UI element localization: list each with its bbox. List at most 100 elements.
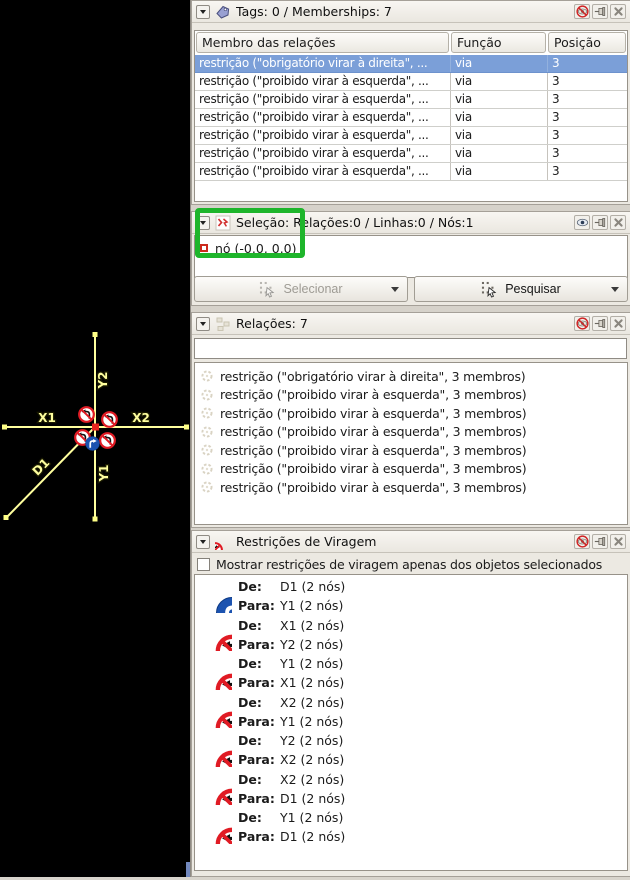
turn-restriction-text: De:D1 (2 nós)Para:Y1 (2 nós) bbox=[238, 577, 624, 615]
show-selected-only-checkbox[interactable] bbox=[197, 558, 210, 571]
search-cursor-icon bbox=[481, 281, 498, 298]
to-value: D1 (2 nós) bbox=[280, 827, 345, 846]
chevron-down-icon bbox=[200, 540, 206, 544]
dropdown-arrow-icon bbox=[611, 287, 619, 292]
close-panel-button[interactable] bbox=[610, 215, 626, 230]
select-button[interactable]: Selecionar bbox=[194, 276, 408, 302]
member-cell: restrição ("obrigatório virar à direita"… bbox=[195, 55, 451, 72]
column-header-position[interactable]: Posição bbox=[548, 32, 626, 53]
turn-restriction-entry[interactable]: De:D1 (2 nós)Para:Y1 (2 nós) bbox=[198, 577, 624, 616]
from-value: Y1 (2 nós) bbox=[280, 808, 343, 827]
filter-checkbox-row: Mostrar restrições de viragem apenas dos… bbox=[192, 554, 630, 574]
relation-list-item[interactable]: restrição ("obrigatório virar à direita"… bbox=[197, 367, 625, 386]
way-label-x2: X2 bbox=[132, 411, 150, 425]
from-label: De: bbox=[238, 731, 280, 750]
function-cell: via bbox=[451, 91, 548, 108]
hide-panel-button[interactable] bbox=[574, 316, 590, 331]
close-panel-button[interactable] bbox=[610, 4, 626, 19]
turn-restriction-text: De:Y1 (2 nós)Para:D1 (2 nós) bbox=[238, 808, 624, 846]
no-left-turn-icon bbox=[199, 772, 232, 805]
turn-restrictions-panel-header[interactable]: Restrições de Viragem bbox=[192, 531, 630, 553]
sticky-pin-button[interactable] bbox=[592, 215, 608, 230]
turn-restriction-entry[interactable]: De:X2 (2 nós)Para:D1 (2 nós) bbox=[198, 770, 624, 809]
no-left-turn-icon bbox=[199, 695, 232, 728]
relation-item-icon bbox=[200, 425, 214, 439]
collapse-button[interactable] bbox=[196, 216, 210, 230]
hide-panel-button[interactable] bbox=[574, 4, 590, 19]
membership-row[interactable]: restrição ("proibido virar à esquerda", … bbox=[195, 145, 627, 163]
selection-panel-header[interactable]: Seleção: Relações:0 / Linhas:0 / Nós:1 bbox=[192, 212, 630, 234]
relation-list-item[interactable]: restrição ("proibido virar à esquerda", … bbox=[197, 386, 625, 405]
close-panel-button[interactable] bbox=[610, 316, 626, 331]
select-cursor-icon bbox=[259, 281, 276, 298]
sticky-pin-button[interactable] bbox=[592, 316, 608, 331]
selected-node[interactable] bbox=[92, 424, 99, 431]
way-label-y1: Y1 bbox=[97, 464, 111, 482]
relation-list-item[interactable]: restrição ("proibido virar à esquerda", … bbox=[197, 404, 625, 423]
panel-title: Tags: 0 / Memberships: 7 bbox=[236, 4, 569, 19]
relation-list-item[interactable]: restrição ("proibido virar à esquerda", … bbox=[197, 478, 625, 497]
node-icon bbox=[200, 244, 208, 252]
only-right-turn-icon bbox=[199, 580, 232, 613]
from-label: De: bbox=[238, 616, 280, 635]
dropdown-arrow-icon bbox=[391, 287, 399, 292]
hide-panel-button[interactable] bbox=[574, 534, 590, 549]
turn-restriction-entry[interactable]: De:X2 (2 nós)Para:Y1 (2 nós) bbox=[198, 693, 624, 732]
membership-table-header: Membro das relações Função Posição bbox=[195, 31, 627, 55]
close-panel-button[interactable] bbox=[610, 534, 626, 549]
relation-list-item[interactable]: restrição ("proibido virar à esquerda", … bbox=[197, 441, 625, 460]
chevron-down-icon bbox=[200, 322, 206, 326]
relations-panel: Relações: 7 restrição ("obrigatório vira… bbox=[191, 312, 630, 528]
membership-row[interactable]: restrição ("proibido virar à esquerda", … bbox=[195, 163, 627, 181]
search-button[interactable]: Pesquisar bbox=[414, 276, 628, 302]
from-label: De: bbox=[238, 808, 280, 827]
collapse-button[interactable] bbox=[196, 535, 210, 549]
relation-filter-input[interactable] bbox=[194, 338, 627, 359]
relation-list-item[interactable]: restrição ("proibido virar à esquerda", … bbox=[197, 423, 625, 442]
membership-row[interactable]: restrição ("proibido virar à esquerda", … bbox=[195, 91, 627, 109]
close-icon bbox=[612, 216, 625, 229]
to-label: Para: bbox=[238, 635, 280, 654]
function-cell: via bbox=[451, 109, 548, 126]
membership-row[interactable]: restrição ("proibido virar à esquerda", … bbox=[195, 109, 627, 127]
relation-item-label: restrição ("proibido virar à esquerda", … bbox=[220, 443, 526, 458]
from-label: De: bbox=[238, 577, 280, 596]
relation-item-icon bbox=[200, 369, 214, 383]
sticky-pin-button[interactable] bbox=[592, 4, 608, 19]
relation-list-item[interactable]: restrição ("proibido virar à esquerda", … bbox=[197, 460, 625, 479]
selection-item-label: nó (-0.0, 0.0) bbox=[215, 241, 297, 256]
way-label-x1: X1 bbox=[38, 411, 56, 425]
to-label: Para: bbox=[238, 827, 280, 846]
turn-restriction-entry[interactable]: De:Y1 (2 nós)Para:X1 (2 nós) bbox=[198, 654, 624, 693]
membership-row[interactable]: restrição ("obrigatório virar à direita"… bbox=[195, 55, 627, 73]
selection-icon bbox=[215, 215, 231, 231]
memberships-panel-header[interactable]: Tags: 0 / Memberships: 7 bbox=[192, 1, 630, 23]
splitter-handle[interactable] bbox=[186, 862, 190, 877]
relations-panel-header[interactable]: Relações: 7 bbox=[192, 313, 630, 335]
panel-title: Restrições de Viragem bbox=[236, 534, 569, 549]
pin-icon bbox=[594, 535, 607, 548]
show-panel-button[interactable] bbox=[574, 215, 590, 230]
selection-panel: Seleção: Relações:0 / Linhas:0 / Nós:1 n… bbox=[191, 211, 630, 306]
selection-list-item[interactable]: nó (-0.0, 0.0) bbox=[200, 239, 622, 257]
member-cell: restrição ("proibido virar à esquerda", … bbox=[195, 109, 451, 126]
turn-restriction-entry[interactable]: De:Y2 (2 nós)Para:X2 (2 nós) bbox=[198, 731, 624, 770]
panel-title: Relações: 7 bbox=[236, 316, 569, 331]
column-header-function[interactable]: Função bbox=[451, 32, 546, 53]
from-value: X1 (2 nós) bbox=[280, 616, 344, 635]
relation-item-icon bbox=[200, 388, 214, 402]
map-canvas[interactable]: X1 X2 Y2 Y1 D1 bbox=[0, 0, 190, 877]
chevron-down-icon bbox=[200, 10, 206, 14]
to-label: Para: bbox=[238, 789, 280, 808]
relation-item-label: restrição ("proibido virar à esquerda", … bbox=[220, 461, 526, 476]
collapse-button[interactable] bbox=[196, 5, 210, 19]
collapse-button[interactable] bbox=[196, 317, 210, 331]
turn-restriction-entry[interactable]: De:Y1 (2 nós)Para:D1 (2 nós) bbox=[198, 808, 624, 847]
membership-row[interactable]: restrição ("proibido virar à esquerda", … bbox=[195, 73, 627, 91]
relation-item-icon bbox=[200, 462, 214, 476]
hidden-eye-icon bbox=[576, 5, 589, 18]
column-header-member[interactable]: Membro das relações bbox=[196, 32, 449, 53]
turn-restriction-entry[interactable]: De:X1 (2 nós)Para:Y2 (2 nós) bbox=[198, 616, 624, 655]
membership-row[interactable]: restrição ("proibido virar à esquerda", … bbox=[195, 127, 627, 145]
sticky-pin-button[interactable] bbox=[592, 534, 608, 549]
